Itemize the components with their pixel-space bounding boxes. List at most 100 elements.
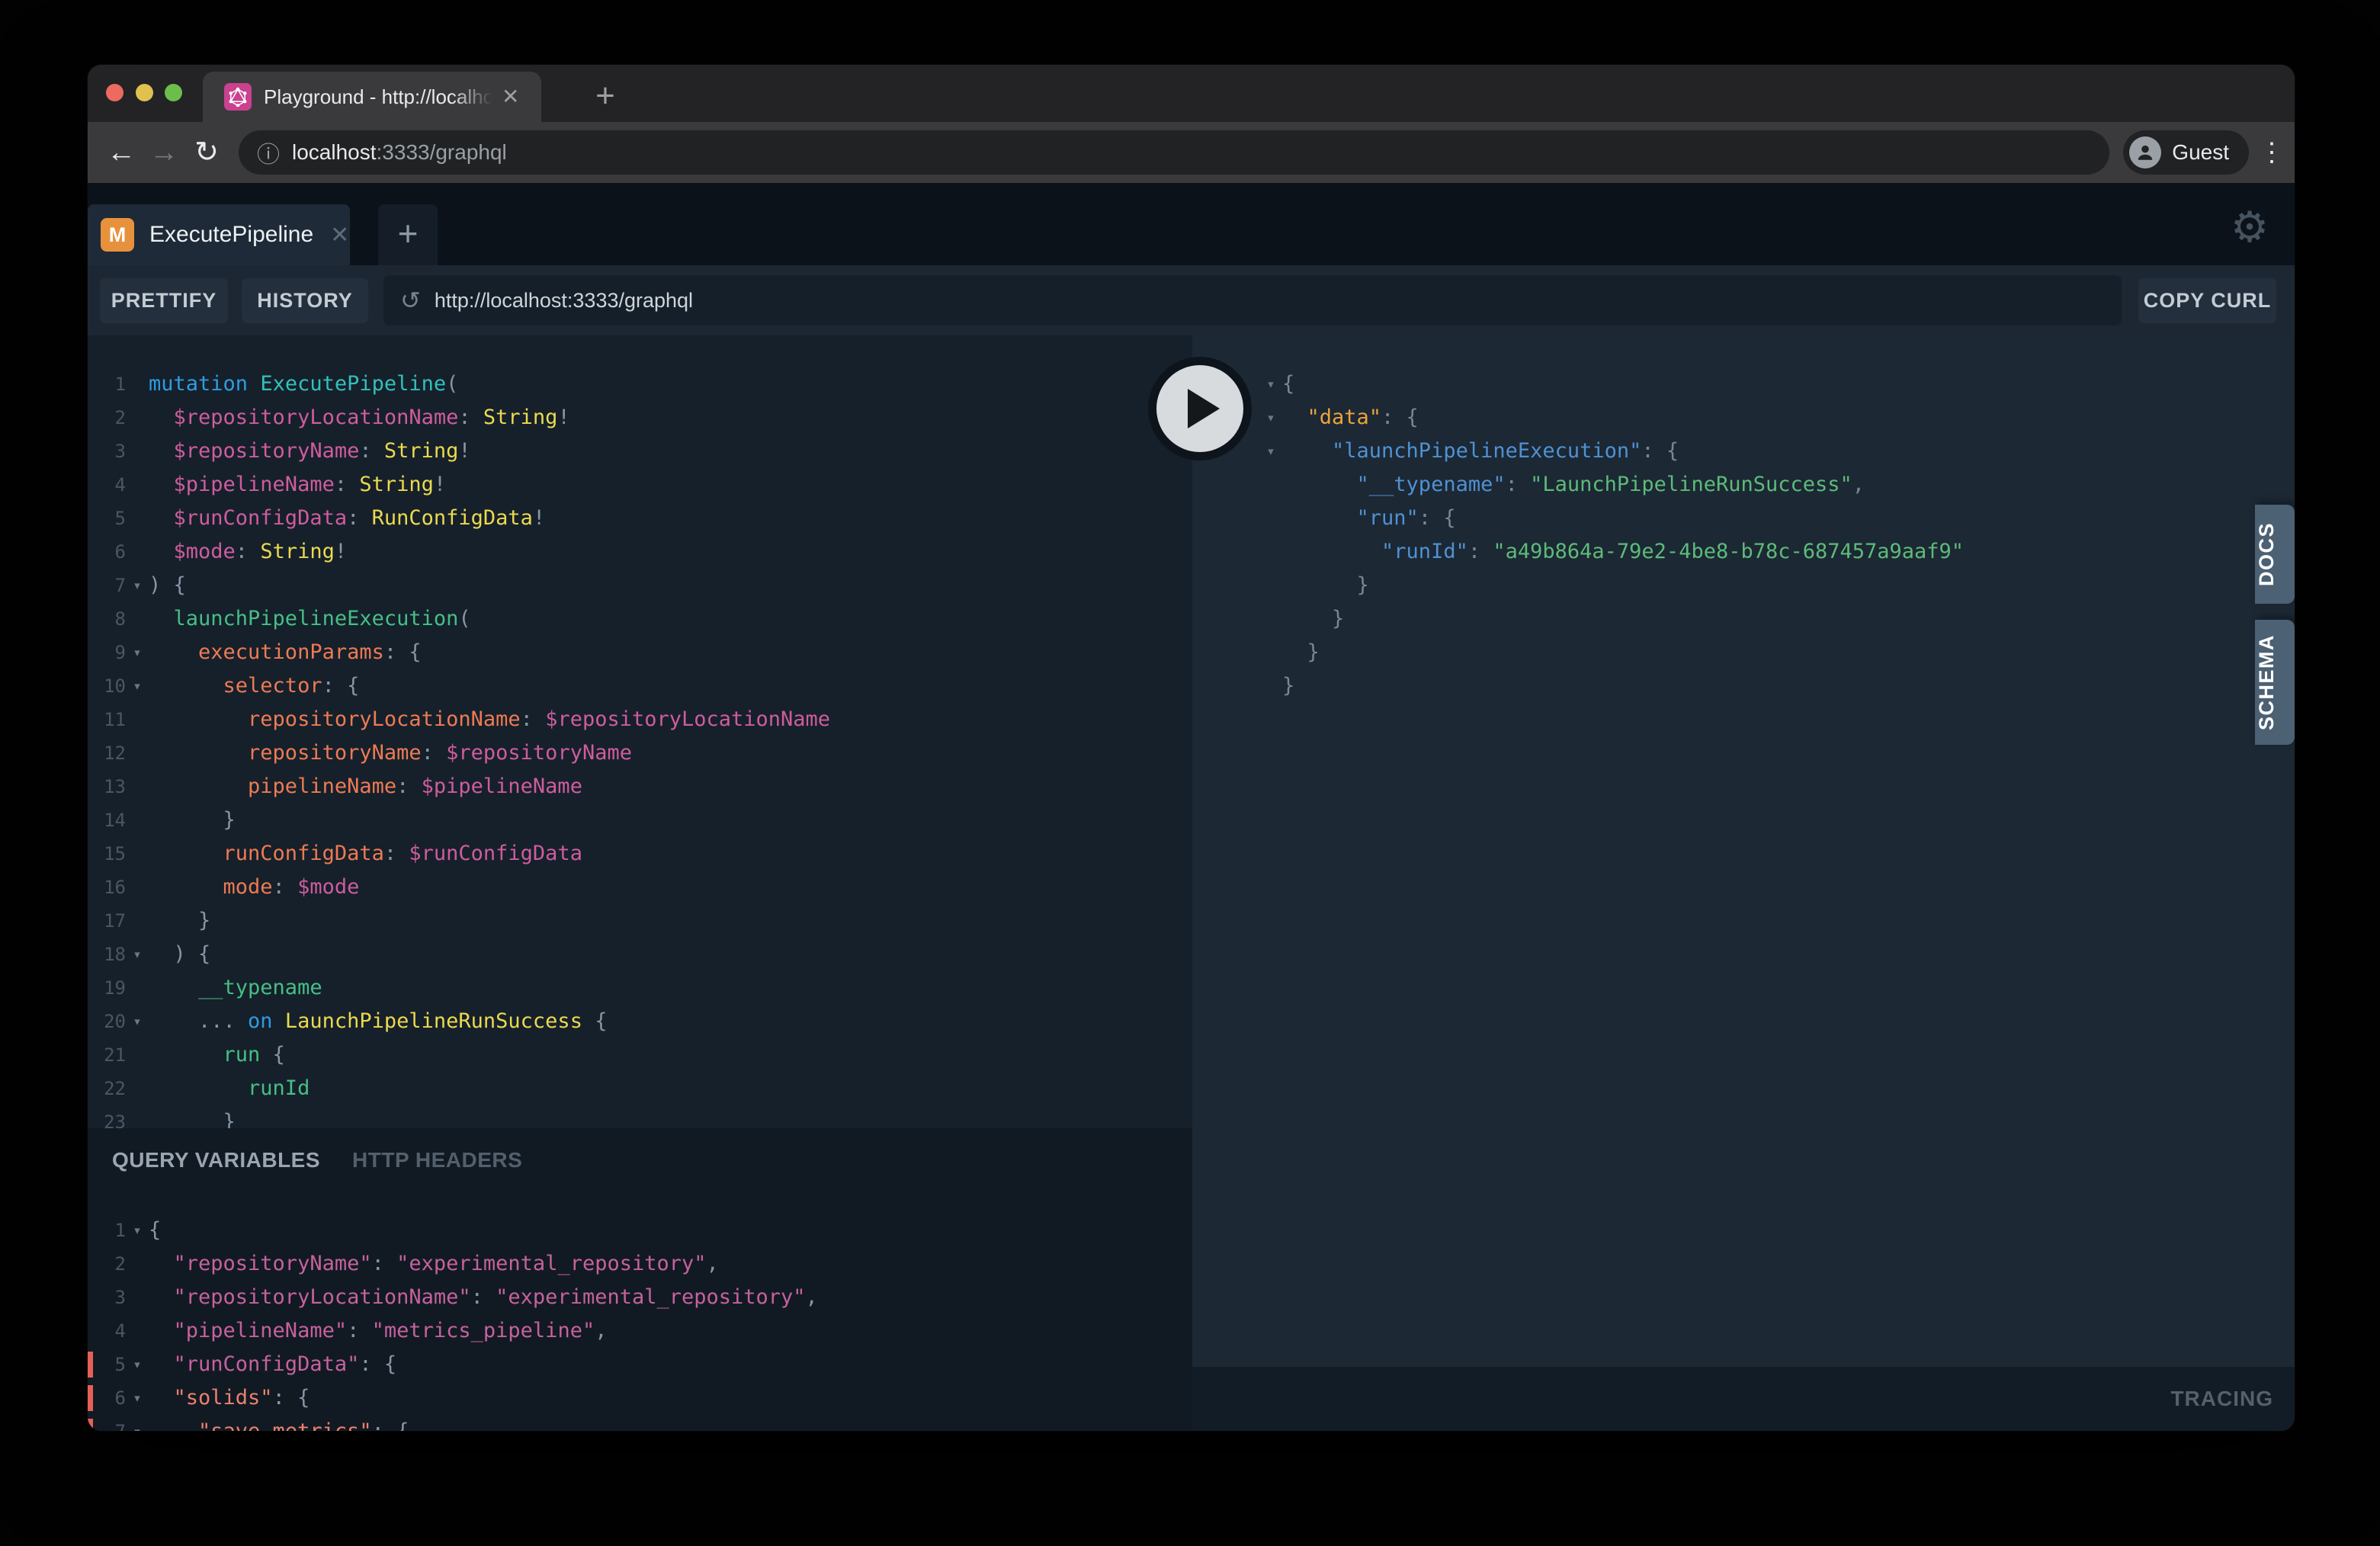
code-text: "run": { — [1282, 506, 1456, 530]
settings-gear-icon[interactable]: ⚙ — [2222, 200, 2277, 255]
close-window-button[interactable] — [106, 84, 123, 101]
variables-editor[interactable]: 1▾{2 "repositoryName": "experimental_rep… — [88, 1214, 1192, 1431]
close-tab-icon[interactable]: ✕ — [502, 86, 519, 107]
fold-arrow-icon[interactable]: ▾ — [126, 669, 149, 703]
docs-side-tab[interactable]: DOCS — [2255, 505, 2295, 604]
fold-arrow-icon[interactable]: ▾ — [126, 1381, 149, 1415]
line-number: 7 — [88, 1415, 126, 1431]
code-line: } — [1259, 636, 2295, 669]
code-line: 10▾ selector: { — [88, 669, 1192, 703]
code-text: "solids": { — [149, 1386, 310, 1410]
line-number: 19 — [88, 971, 126, 1005]
tab-http-headers[interactable]: HTTP HEADERS — [352, 1148, 522, 1172]
play-icon — [1188, 389, 1220, 428]
zoom-window-button[interactable] — [165, 84, 182, 101]
fold-arrow-icon[interactable]: ▾ — [126, 938, 149, 971]
execute-play-button[interactable] — [1148, 357, 1252, 460]
code-line: 22 runId — [88, 1072, 1192, 1105]
line-number: 5 — [88, 1348, 126, 1381]
mutation-badge: M — [101, 218, 134, 252]
error-marker-bar — [88, 1352, 93, 1378]
line-number: 7 — [88, 569, 126, 602]
url-path: :3333/graphql — [377, 140, 507, 165]
line-number: 4 — [88, 468, 126, 502]
forward-icon[interactable]: → — [143, 138, 185, 167]
browser-titlebar: Playground - http://localhost:3 ✕ + — [88, 65, 2295, 122]
fold-arrow-icon[interactable]: ▾ — [126, 1348, 149, 1381]
code-text: ) { — [149, 942, 210, 966]
code-text: selector: { — [149, 674, 359, 698]
code-text: } — [149, 909, 210, 932]
code-line: 23 } — [88, 1105, 1192, 1128]
fold-arrow-icon[interactable]: ▾ — [126, 1005, 149, 1038]
schema-side-tab[interactable]: SCHEMA — [2255, 620, 2295, 745]
line-number: 3 — [88, 1281, 126, 1314]
browser-menu-icon[interactable]: ⋮ — [2249, 137, 2295, 168]
code-text: } — [1282, 607, 1344, 630]
line-number: 14 — [88, 803, 126, 837]
endpoint-url: http://localhost:3333/graphql — [435, 289, 693, 313]
fold-arrow-icon[interactable]: ▾ — [126, 569, 149, 602]
line-number: 21 — [88, 1038, 126, 1072]
line-number: 6 — [88, 535, 126, 569]
url-host: localhost — [292, 140, 377, 165]
fold-arrow-icon[interactable]: ▾ — [126, 1415, 149, 1431]
code-text: { — [149, 1218, 161, 1242]
browser-tab[interactable]: Playground - http://localhost:3 ✕ — [203, 72, 541, 122]
reload-icon[interactable]: ↻ — [185, 138, 228, 167]
code-line: 6▾ "solids": { — [88, 1381, 1192, 1415]
variables-panel: QUERY VARIABLES HTTP HEADERS 1▾{2 "repos… — [88, 1128, 1192, 1431]
fold-arrow-icon[interactable]: ▾ — [126, 636, 149, 669]
endpoint-input[interactable]: ↻ http://localhost:3333/graphql — [383, 275, 2122, 326]
code-line: 17 } — [88, 904, 1192, 938]
new-tab-button[interactable]: + — [587, 79, 624, 115]
profile-name: Guest — [2172, 140, 2229, 165]
address-bar[interactable]: ⓘ localhost:3333/graphql — [239, 130, 2109, 175]
line-number: 9 — [88, 636, 126, 669]
code-text: runId — [149, 1076, 310, 1100]
line-number: 18 — [88, 938, 126, 971]
tracing-toggle[interactable]: TRACING — [2170, 1387, 2273, 1411]
code-line: 3 $repositoryName: String! — [88, 435, 1192, 468]
code-text: "runConfigData": { — [149, 1352, 396, 1376]
site-info-icon[interactable]: ⓘ — [257, 136, 280, 169]
code-line: 15 runConfigData: $runConfigData — [88, 837, 1192, 871]
line-number: 8 — [88, 602, 126, 636]
fold-arrow-icon[interactable]: ▾ — [126, 1214, 149, 1247]
code-text: repositoryName: $repositoryName — [149, 741, 632, 765]
line-number: 12 — [88, 736, 126, 770]
line-number: 4 — [88, 1314, 126, 1348]
code-text: "launchPipelineExecution": { — [1282, 439, 1679, 463]
playground-tabbar: M ExecutePipeline ✕ + ⚙ — [88, 183, 2295, 265]
code-line: 16 mode: $mode — [88, 871, 1192, 904]
code-line: 18▾ ) { — [88, 938, 1192, 971]
profile-button[interactable]: Guest — [2123, 130, 2249, 175]
code-line: } — [1259, 669, 2295, 703]
tab-query-variables[interactable]: QUERY VARIABLES — [112, 1148, 320, 1172]
session-tab-executepipeline[interactable]: M ExecutePipeline ✕ — [88, 204, 350, 265]
line-number: 2 — [88, 1247, 126, 1281]
code-line: 4 "pipelineName": "metrics_pipeline", — [88, 1314, 1192, 1348]
copy-curl-button[interactable]: COPY CURL — [2138, 278, 2276, 323]
fold-arrow-icon[interactable]: ▾ — [1259, 435, 1282, 468]
code-text: } — [149, 808, 236, 832]
query-editor[interactable]: 1mutation ExecutePipeline(2 $repositoryL… — [88, 335, 1192, 1128]
prettify-button[interactable]: PRETTIFY — [100, 278, 228, 323]
code-line: 3 "repositoryLocationName": "experimenta… — [88, 1281, 1192, 1314]
new-session-button[interactable]: + — [378, 204, 438, 265]
code-line: 6 $mode: String! — [88, 535, 1192, 569]
minimize-window-button[interactable] — [136, 84, 153, 101]
graphql-favicon-icon — [224, 83, 252, 111]
error-marker-bar — [88, 1419, 93, 1431]
fold-arrow-icon[interactable]: ▾ — [1259, 401, 1282, 435]
history-button[interactable]: HISTORY — [242, 278, 368, 323]
code-line: "run": { — [1259, 502, 2295, 535]
line-number: 11 — [88, 703, 126, 736]
fold-arrow-icon[interactable]: ▾ — [1259, 367, 1282, 401]
close-session-icon[interactable]: ✕ — [330, 222, 349, 249]
line-number: 13 — [88, 770, 126, 803]
back-icon[interactable]: ← — [100, 138, 143, 167]
code-line: 21 run { — [88, 1038, 1192, 1072]
code-text: pipelineName: $pipelineName — [149, 775, 582, 798]
playground-toolbar: PRETTIFY HISTORY ↻ http://localhost:3333… — [88, 265, 2295, 335]
